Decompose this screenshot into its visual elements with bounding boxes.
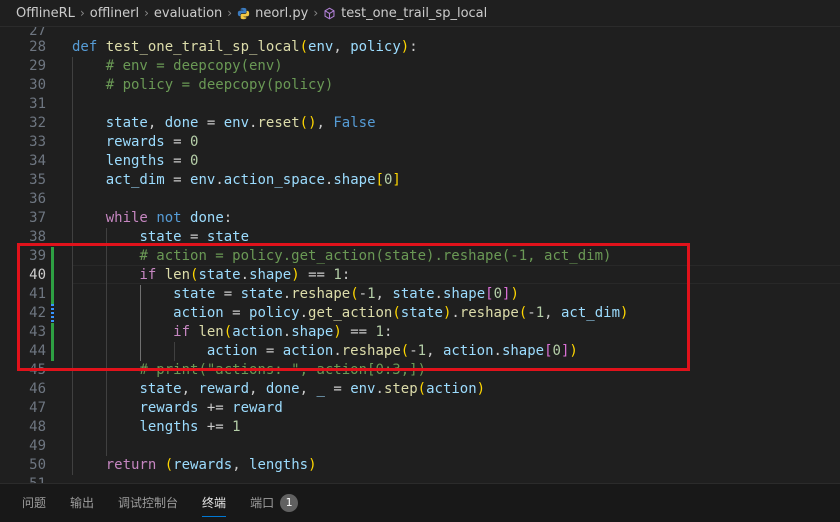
code-line: return (rewards, lengths) [105, 457, 317, 473]
chevron-right-icon: › [227, 6, 233, 20]
line-number: 31 [29, 96, 46, 112]
chevron-right-icon: › [313, 6, 319, 20]
line-number: 32 [29, 115, 46, 131]
tab-problems[interactable]: 问题 [22, 484, 46, 522]
ports-count-badge: 1 [280, 493, 299, 512]
code-line: rewards += reward [139, 400, 283, 416]
breadcrumb-item-evaluation[interactable]: evaluation [154, 6, 222, 21]
tab-ports-label: 端口 [250, 495, 275, 510]
code-line: rewards = 0 [105, 134, 199, 150]
highlight-box [17, 243, 690, 371]
line-number: 34 [29, 153, 46, 169]
code-line: lengths = 0 [105, 153, 199, 169]
chevron-right-icon: › [79, 6, 85, 20]
tab-terminal[interactable]: 终端 [202, 484, 227, 522]
panel-tab-bar: 问题 输出 调试控制台 终端 端口 1 [0, 483, 840, 522]
code-line: def test_one_trail_sp_local(env, policy)… [72, 39, 418, 55]
code-line: lengths += 1 [139, 419, 241, 435]
breadcrumb-item-offlinerl[interactable]: offlinerl [90, 6, 139, 21]
line-number: 33 [29, 134, 46, 150]
line-number: 49 [29, 438, 46, 454]
code-line: while not done: [105, 210, 233, 226]
line-number: 30 [29, 77, 46, 93]
line-number: 46 [29, 381, 46, 397]
code-line: act_dim = env.action_space.shape[0] [105, 172, 401, 188]
tab-debug-console[interactable]: 调试控制台 [118, 484, 178, 522]
line-number: 36 [29, 191, 46, 207]
breadcrumb-item-offlinerl-root[interactable]: OfflineRL [16, 6, 75, 21]
code-line: state, done = env.reset(), False [105, 115, 376, 131]
symbol-method-icon [324, 7, 335, 19]
breadcrumb-item-function[interactable]: test_one_trail_sp_local [341, 6, 487, 21]
line-number: 47 [29, 400, 46, 416]
line-number: 35 [29, 172, 46, 188]
line-number: 37 [29, 210, 46, 226]
line-number: 50 [29, 457, 46, 473]
code-line: state, reward, done, _ = env.step(action… [139, 381, 486, 397]
line-number: 29 [29, 58, 46, 74]
code-line: # env = deepcopy(env) [105, 58, 283, 74]
breadcrumb-item-file[interactable]: neorl.py [255, 6, 308, 21]
line-number: 28 [29, 39, 46, 55]
tab-ports[interactable]: 端口 1 [250, 484, 299, 522]
tab-output[interactable]: 输出 [70, 484, 94, 522]
line-number: 48 [29, 419, 46, 435]
chevron-right-icon: › [144, 6, 149, 20]
code-line: # policy = deepcopy(policy) [105, 77, 334, 93]
line-number: 51 [0, 475, 46, 483]
breadcrumb: OfflineRL › offlinerl › evaluation › neo… [0, 0, 840, 27]
python-icon [237, 7, 250, 19]
